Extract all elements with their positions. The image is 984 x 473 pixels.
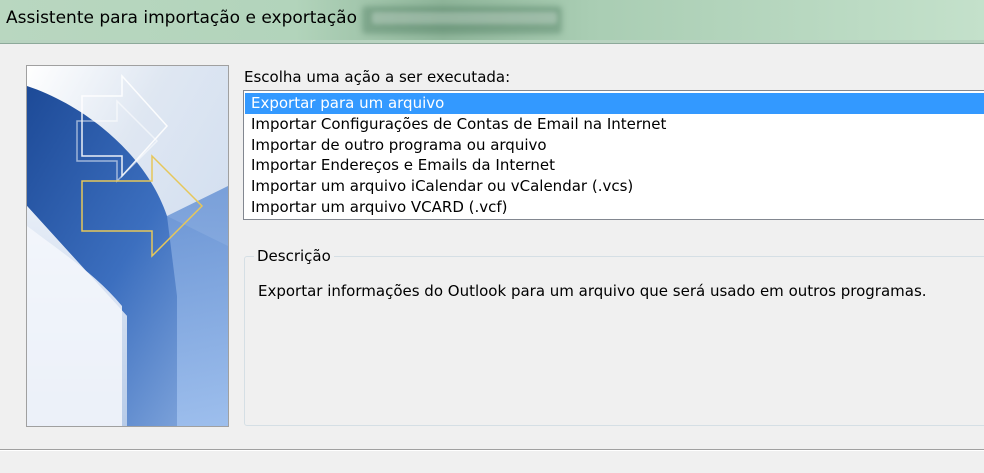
action-listbox[interactable]: Exportar para um arquivo Importar Config…	[243, 90, 984, 220]
action-list-item[interactable]: Importar de outro programa ou arquivo	[245, 135, 984, 156]
description-text: Exportar informações do Outlook para um …	[258, 282, 927, 300]
window-title: Assistente para importação e exportação	[6, 8, 357, 28]
action-list-item[interactable]: Importar Endereços e Emails da Internet	[245, 155, 984, 176]
description-legend: Descrição	[254, 247, 334, 265]
action-list-item[interactable]: Importar Configurações de Contas de Emai…	[245, 114, 984, 135]
background-window-blur-highlight	[372, 12, 557, 24]
action-list-item[interactable]: Exportar para um arquivo	[245, 93, 984, 114]
title-bar[interactable]: Assistente para importação e exportação	[0, 0, 984, 40]
wizard-client-area: Escolha uma ação a ser executada: Export…	[0, 44, 984, 473]
wizard-banner-image	[26, 65, 229, 427]
action-list-item[interactable]: Importar um arquivo VCARD (.vcf)	[245, 197, 984, 218]
action-list-item[interactable]: Importar um arquivo iCalendar ou vCalend…	[245, 176, 984, 197]
button-area-separator	[0, 449, 984, 451]
banner-arrows-graphic	[27, 66, 228, 426]
action-prompt-label: Escolha uma ação a ser executada:	[244, 68, 511, 86]
